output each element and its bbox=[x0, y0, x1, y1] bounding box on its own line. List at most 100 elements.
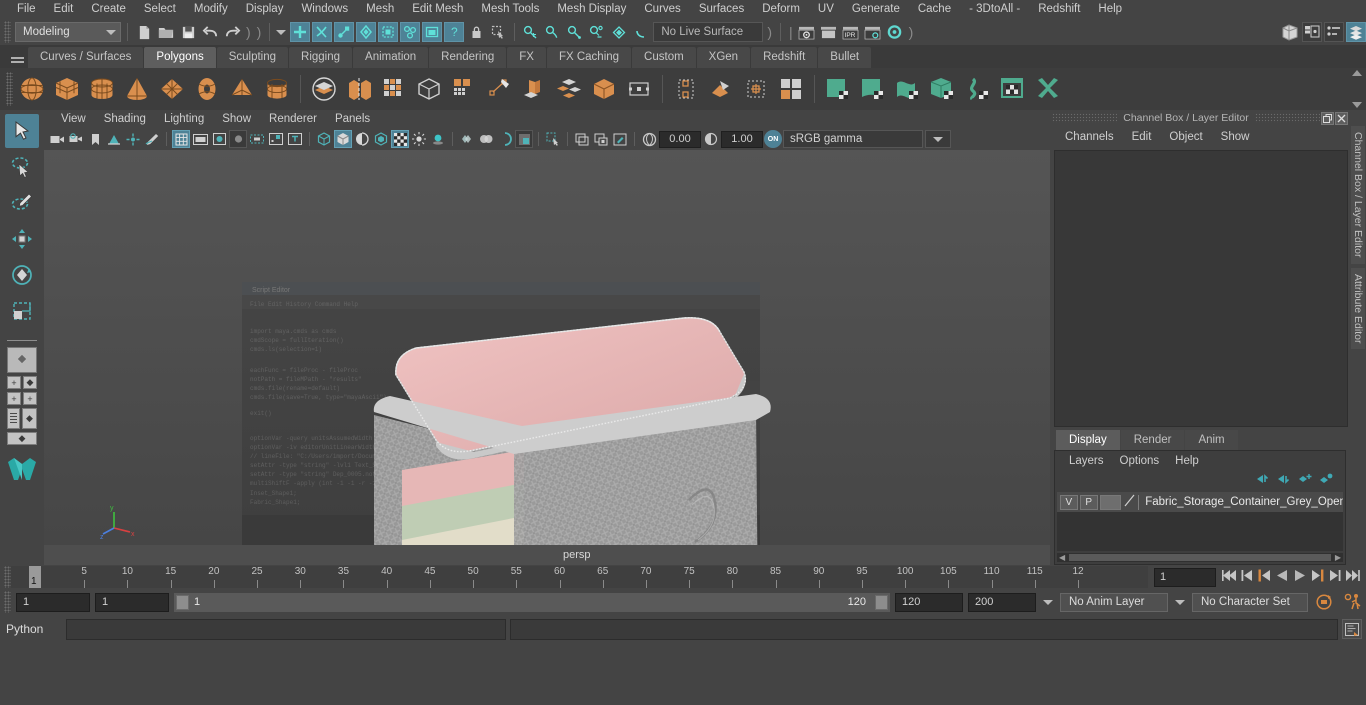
current-frame-field[interactable]: 1 bbox=[1154, 567, 1216, 587]
play-forwards-icon[interactable] bbox=[1293, 569, 1307, 585]
channelbox-menu-edit[interactable]: Edit bbox=[1123, 131, 1161, 143]
rotate-tool-icon[interactable] bbox=[5, 258, 39, 292]
shelf-tab-custom[interactable]: Custom bbox=[632, 47, 696, 68]
snap-grid-icon[interactable] bbox=[356, 22, 377, 42]
paint-select-tool-icon[interactable] bbox=[5, 186, 39, 220]
shelf-tab-fx-caching[interactable]: FX Caching bbox=[546, 47, 632, 68]
color-management-toggle[interactable]: ON bbox=[764, 130, 782, 148]
menu-item-select[interactable]: Select bbox=[135, 0, 185, 19]
depth-peel-icon[interactable] bbox=[515, 130, 533, 148]
grid-icon[interactable] bbox=[172, 130, 190, 148]
shelf-scroll-arrows[interactable] bbox=[1350, 70, 1364, 108]
poly-cube-icon[interactable] bbox=[51, 73, 83, 105]
viewport-menu-panels[interactable]: Panels bbox=[326, 110, 379, 128]
bridge-icon[interactable] bbox=[588, 73, 620, 105]
use-default-material-icon[interactable] bbox=[372, 130, 390, 148]
shelf-tab-redshift[interactable]: Redshift bbox=[751, 47, 818, 68]
safe-action-icon[interactable] bbox=[267, 130, 285, 148]
selection-mask-icon[interactable] bbox=[488, 22, 508, 42]
viewport-menu-renderer[interactable]: Renderer bbox=[260, 110, 326, 128]
shelf-tab-sculpting[interactable]: Sculpting bbox=[216, 47, 289, 68]
side-tab-attribute-editor[interactable]: Attribute Editor bbox=[1351, 267, 1365, 349]
render-settings-icon[interactable] bbox=[863, 22, 883, 42]
menu-item-surfaces[interactable]: Surfaces bbox=[690, 0, 753, 19]
menu-set-selector[interactable]: Modeling bbox=[15, 22, 121, 42]
menu-item-edit-mesh[interactable]: Edit Mesh bbox=[403, 0, 472, 19]
render-current-frame-icon[interactable] bbox=[797, 22, 817, 42]
exposure-icon[interactable] bbox=[640, 130, 658, 148]
select-tool-icon[interactable] bbox=[5, 114, 39, 148]
dock-grip-left[interactable] bbox=[1052, 113, 1118, 123]
menu-item-deform[interactable]: Deform bbox=[753, 0, 809, 19]
sculpt-icon[interactable] bbox=[740, 73, 772, 105]
wireframe-icon[interactable] bbox=[315, 130, 333, 148]
viewport-menu-shading[interactable]: Shading bbox=[95, 110, 155, 128]
range-slider-grip[interactable] bbox=[4, 591, 11, 613]
lights-icon[interactable] bbox=[410, 130, 428, 148]
snap-to-curves-icon[interactable] bbox=[543, 22, 563, 42]
target-weld-icon[interactable] bbox=[670, 73, 702, 105]
menu-item-modify[interactable]: Modify bbox=[185, 0, 237, 19]
channelbox-menu-show[interactable]: Show bbox=[1212, 131, 1259, 143]
assign-green-1-icon[interactable] bbox=[822, 73, 854, 105]
shelf-grip[interactable] bbox=[6, 72, 13, 106]
animation-start-time-field[interactable]: 1 bbox=[16, 592, 90, 612]
show-hide-channel-box-icon[interactable] bbox=[1346, 22, 1366, 42]
four-pane-layout-icon[interactable]: + bbox=[7, 376, 21, 389]
color-space-chevron-down-icon[interactable] bbox=[925, 130, 951, 148]
redo-icon[interactable] bbox=[222, 22, 242, 42]
boolean-icon[interactable] bbox=[308, 73, 340, 105]
layer-list[interactable]: V P Fabric_Storage_Container_Grey_Open bbox=[1057, 492, 1343, 551]
layer-menu-layers[interactable]: Layers bbox=[1061, 455, 1112, 467]
chevron-down-icon[interactable] bbox=[276, 29, 287, 35]
shelf-tab-fx[interactable]: FX bbox=[507, 47, 546, 68]
poly-cylinder-icon[interactable] bbox=[86, 73, 118, 105]
lasso-select-tool-icon[interactable] bbox=[5, 150, 39, 184]
layer-menu-options[interactable]: Options bbox=[1112, 455, 1168, 467]
grease-pencil-icon[interactable] bbox=[143, 130, 161, 148]
assign-green-3-icon[interactable] bbox=[892, 73, 924, 105]
menu-item-edit[interactable]: Edit bbox=[45, 0, 83, 19]
range-end-field[interactable]: 120 bbox=[895, 592, 963, 612]
xray-joints-icon[interactable] bbox=[592, 130, 610, 148]
channelbox-menu-object[interactable]: Object bbox=[1160, 131, 1211, 143]
range-end-handle[interactable] bbox=[875, 594, 888, 610]
select-by-component-icon[interactable] bbox=[334, 22, 355, 42]
save-scene-icon[interactable] bbox=[178, 22, 198, 42]
snap-magnet-icon[interactable] bbox=[631, 22, 651, 42]
resolution-gate-icon[interactable] bbox=[210, 130, 228, 148]
snap-point-icon[interactable] bbox=[400, 22, 421, 42]
shelf-tab-bullet[interactable]: Bullet bbox=[818, 47, 872, 68]
ipr-render-icon[interactable]: IPR bbox=[841, 22, 861, 42]
menu-item-generate[interactable]: Generate bbox=[843, 0, 909, 19]
fill-hole-icon[interactable] bbox=[623, 73, 655, 105]
gamma-icon[interactable] bbox=[702, 130, 720, 148]
current-time-indicator[interactable]: 1 bbox=[29, 566, 41, 588]
move-tool-icon[interactable] bbox=[5, 222, 39, 256]
smooth-shade-icon[interactable] bbox=[334, 130, 352, 148]
layer-tab-display[interactable]: Display bbox=[1056, 430, 1120, 450]
2d-pan-zoom-icon[interactable] bbox=[124, 130, 142, 148]
camera-icon[interactable] bbox=[48, 130, 66, 148]
field-chart-icon[interactable] bbox=[248, 130, 266, 148]
show-hide-modeling-toolkit-icon[interactable] bbox=[1280, 22, 1300, 42]
shelf-tab-curves-surfaces[interactable]: Curves / Surfaces bbox=[28, 47, 144, 68]
layer-row[interactable]: V P Fabric_Storage_Container_Grey_Open bbox=[1057, 492, 1343, 512]
menu-item-help[interactable]: Help bbox=[1089, 0, 1131, 19]
move-layer-up-icon[interactable] bbox=[1256, 473, 1270, 487]
new-scene-icon[interactable] bbox=[134, 22, 154, 42]
shelf-tab-polygons[interactable]: Polygons bbox=[144, 47, 216, 68]
animation-end-time-field[interactable]: 200 bbox=[968, 592, 1036, 612]
snap-view-plane-icon[interactable] bbox=[422, 22, 443, 42]
layer-horizontal-scrollbar[interactable]: ◀ ▶ bbox=[1057, 553, 1343, 562]
textured-icon[interactable] bbox=[391, 130, 409, 148]
outliner-persp-layout-icon[interactable] bbox=[7, 408, 20, 429]
shelf-tab-rigging[interactable]: Rigging bbox=[289, 47, 353, 68]
bookmark-icon[interactable] bbox=[86, 130, 104, 148]
snap-curve-icon[interactable] bbox=[378, 22, 399, 42]
menu-item-display[interactable]: Display bbox=[237, 0, 293, 19]
side-tab-channel-box[interactable]: Channel Box / Layer Editor bbox=[1351, 126, 1365, 264]
step-back-keyframe-icon[interactable] bbox=[1241, 569, 1253, 585]
scroll-left-icon[interactable]: ◀ bbox=[1057, 553, 1067, 562]
menu-item-create[interactable]: Create bbox=[82, 0, 135, 19]
